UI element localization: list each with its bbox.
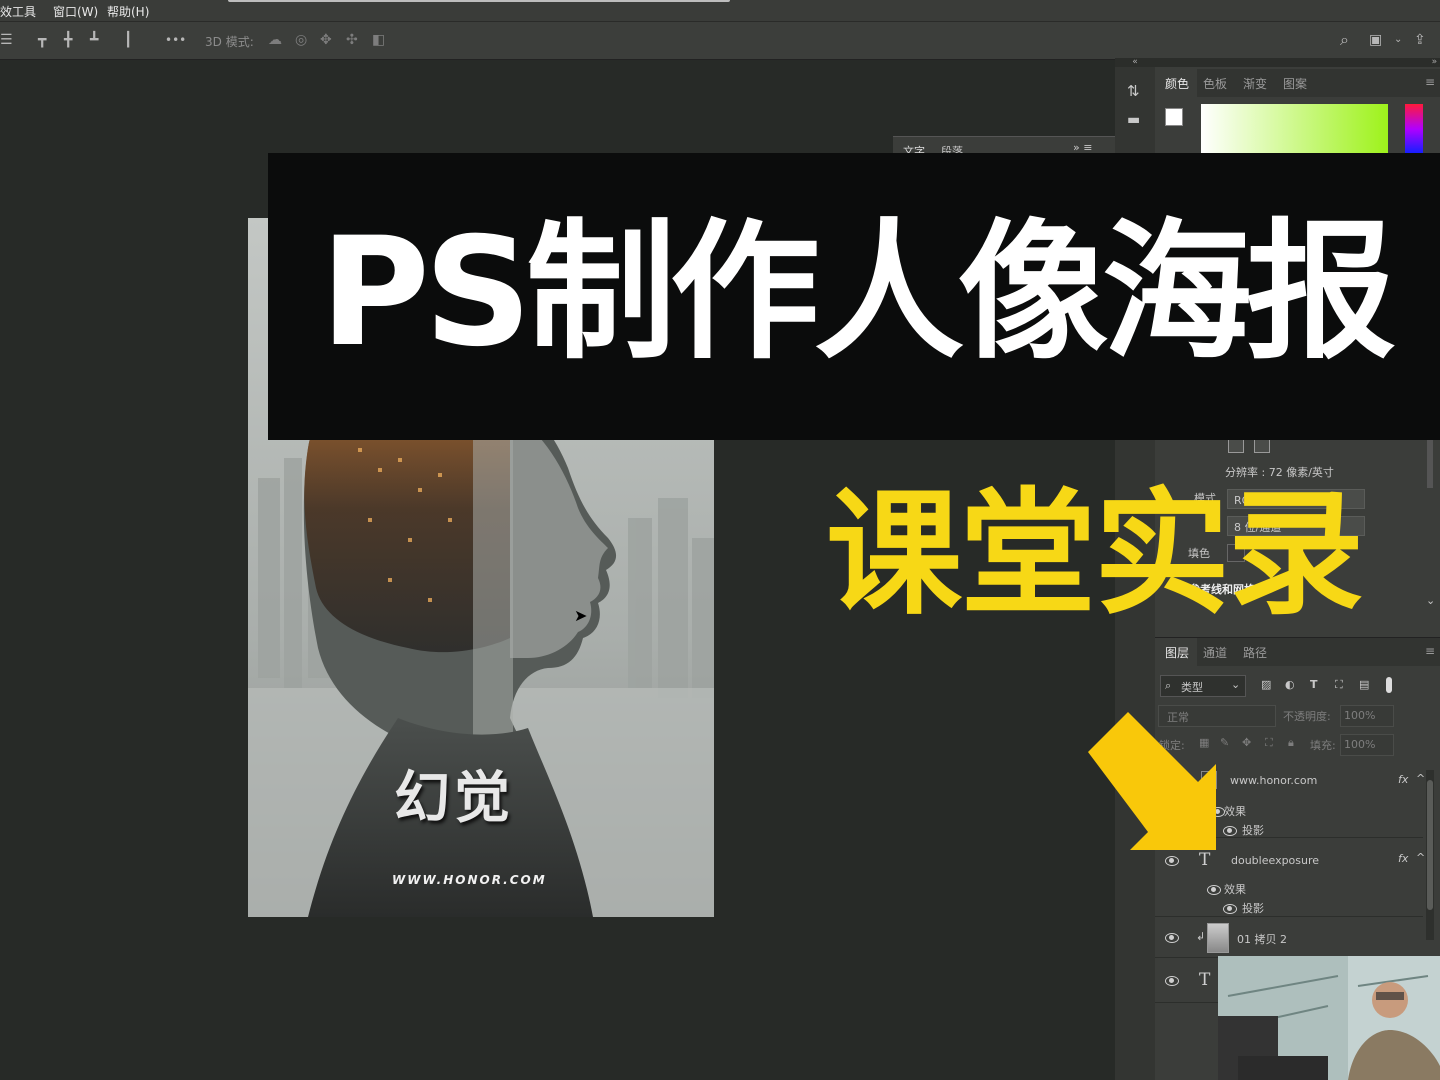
pointer-arrow-icon	[1088, 712, 1216, 850]
align-top-icon[interactable]: ┳	[38, 32, 46, 48]
share-icon[interactable]: ⇪	[1414, 32, 1426, 48]
tab-paths[interactable]: 路径	[1243, 644, 1267, 661]
banner-subtitle: 课堂实录	[826, 476, 1364, 634]
layer-filter-select[interactable]: ⌕ 类型 ⌄	[1160, 675, 1246, 697]
layer-name[interactable]: 01 拷贝 2	[1237, 931, 1287, 947]
lock-move-icon[interactable]: ✥	[1242, 736, 1251, 749]
search-icon[interactable]: ⌕	[1340, 32, 1349, 48]
color-panel-tabs: 颜色 色板 渐变 图案 ≡	[1155, 69, 1440, 97]
orbit-3d-icon[interactable]: ☁	[268, 32, 282, 48]
panel-menu-icon[interactable]: ≡	[1425, 75, 1435, 89]
menu-item-tools[interactable]: 效工具	[0, 3, 36, 20]
effects-label: 效果	[1224, 883, 1246, 896]
menu-item-help[interactable]: 帮助(H)	[107, 3, 149, 20]
align-left-icon[interactable]: ☰	[0, 32, 13, 48]
fill-input[interactable]: 100%	[1340, 734, 1394, 756]
more-options-icon[interactable]: •••	[165, 32, 186, 48]
clip-arrow-icon: ↲	[1196, 930, 1206, 943]
slide-3d-icon[interactable]: ✣	[346, 32, 358, 48]
eye-icon[interactable]	[1207, 885, 1221, 895]
workspace-icon[interactable]: ▣	[1369, 32, 1382, 48]
distribute-icon[interactable]: ┃	[124, 32, 132, 48]
eye-icon[interactable]	[1223, 904, 1237, 914]
expand-icon[interactable]: »	[1155, 58, 1440, 67]
search-icon: ⌕	[1165, 679, 1172, 692]
lock-artboard-icon[interactable]: ⛶	[1265, 736, 1273, 750]
properties-scrollbar[interactable]	[1427, 438, 1433, 488]
fx-icon[interactable]: fx	[1398, 773, 1408, 786]
move-cursor-icon: ➤	[574, 606, 588, 625]
fx-icon[interactable]: fx	[1398, 852, 1408, 865]
banner-title: PS制作人像海报	[320, 206, 1396, 380]
tab-channels[interactable]: 通道	[1203, 644, 1227, 661]
fill-label: 填充:	[1310, 739, 1336, 752]
chevron-up-icon[interactable]: ^	[1416, 851, 1425, 864]
align-bottom-icon[interactable]: ┻	[90, 32, 98, 48]
effect-name: 投影	[1242, 902, 1264, 915]
lock-all-icon[interactable]: 🔒︎	[1288, 736, 1294, 750]
tab-swatches[interactable]: 色板	[1203, 75, 1227, 92]
tab-patterns[interactable]: 图案	[1283, 75, 1307, 92]
color-field[interactable]	[1201, 104, 1388, 154]
opacity-input[interactable]: 100%	[1340, 705, 1394, 727]
chevron-down-icon: ⌄	[1231, 678, 1241, 691]
opacity-label: 不透明度:	[1283, 710, 1331, 723]
tab-gradients[interactable]: 渐变	[1243, 75, 1267, 92]
filter-pixel-icon[interactable]: ▨	[1261, 678, 1271, 691]
comment-icon[interactable]: ▬	[1127, 112, 1140, 128]
panel-menu-icon[interactable]: ≡	[1425, 644, 1435, 658]
scrollbar-thumb[interactable]	[1427, 780, 1433, 910]
webcam-scene	[1218, 956, 1440, 1080]
layer-name[interactable]: www.honor.com	[1230, 774, 1317, 787]
align-vcenter-icon[interactable]: ╋	[64, 32, 72, 48]
eye-icon[interactable]	[1165, 976, 1179, 986]
chevron-down-icon[interactable]: ⌄	[1394, 32, 1402, 48]
tab-color[interactable]: 颜色	[1165, 75, 1189, 92]
camera-3d-icon[interactable]: ◧	[372, 32, 385, 48]
menu-bar: 效工具 窗口(W) 帮助(H)	[0, 0, 1440, 21]
effect-name: 投影	[1242, 824, 1264, 837]
poster-url: WWW.HONOR.COM	[392, 873, 547, 887]
filter-smart-object-icon[interactable]: ▤	[1359, 678, 1369, 691]
chevron-up-icon[interactable]: ^	[1416, 772, 1425, 785]
tab-layers[interactable]: 图层	[1165, 644, 1189, 661]
layers-panel-tabs: 图层 通道 路径 ≡	[1155, 637, 1440, 666]
options-bar: ☰ ┳ ╋ ┻ ┃ ••• 3D 模式: ☁ ◎ ✥ ✣ ◧ ⌕ ▣ ⌄ ⇪	[0, 21, 1440, 60]
roll-3d-icon[interactable]: ◎	[295, 32, 307, 48]
filter-toggle[interactable]	[1386, 677, 1392, 693]
title-banner: PS制作人像海报	[268, 153, 1440, 440]
eye-icon[interactable]	[1165, 933, 1179, 943]
layer-thumbnail	[1207, 923, 1229, 953]
menu-item-window[interactable]: 窗口(W)	[53, 3, 98, 20]
webcam-video	[1218, 956, 1440, 1080]
search-field-edge[interactable]	[228, 0, 730, 2]
mode-3d-label: 3D 模式:	[205, 35, 254, 49]
chevron-down-icon[interactable]: ⌄	[1426, 594, 1435, 607]
filter-type-icon[interactable]: T	[1310, 678, 1318, 691]
hue-slider[interactable]	[1405, 104, 1423, 154]
layers-scrollbar[interactable]	[1426, 770, 1434, 940]
layer-name[interactable]: doubleexposure	[1231, 854, 1319, 867]
filter-adjustment-icon[interactable]: ◐	[1285, 678, 1295, 691]
layer-row[interactable]: ↲ 01 拷贝 2	[1155, 917, 1423, 958]
foreground-color-swatch[interactable]	[1165, 108, 1183, 126]
collapse-icon[interactable]: «	[1115, 58, 1155, 67]
text-layer-icon: T	[1199, 970, 1211, 990]
pan-3d-icon[interactable]: ✥	[320, 32, 332, 48]
filter-shape-icon[interactable]: ⛶	[1335, 678, 1343, 692]
history-icon[interactable]: ⇅	[1127, 82, 1140, 100]
poster-title: 幻觉	[394, 766, 514, 831]
